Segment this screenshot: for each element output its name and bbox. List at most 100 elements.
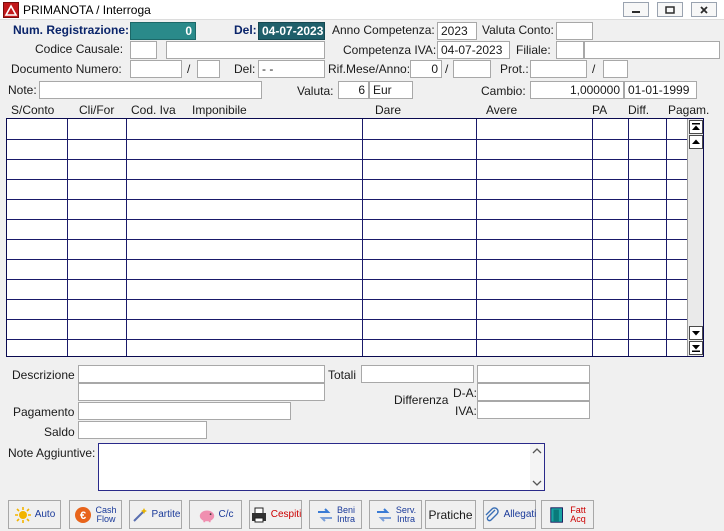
door-icon: [549, 506, 567, 524]
totali-dare-field[interactable]: [361, 365, 474, 383]
movements-grid[interactable]: [6, 118, 704, 357]
rif-separator: /: [445, 62, 449, 76]
doc-del-field[interactable]: - -: [258, 60, 325, 78]
partite-button[interactable]: Partite: [129, 500, 182, 529]
table-row[interactable]: [7, 179, 687, 180]
descrizione-field-2[interactable]: [78, 383, 325, 401]
magic-wand-icon: [131, 506, 149, 524]
col-header-cod-iva[interactable]: Cod. Iva: [131, 103, 176, 117]
anno-competenza-field[interactable]: 2023: [437, 22, 477, 40]
piggy-bank-icon: [198, 506, 216, 524]
grid-column-divider: [362, 119, 363, 356]
filiale-code-field[interactable]: [556, 41, 584, 59]
descrizione-field-1[interactable]: [78, 365, 325, 383]
minimize-icon: [632, 10, 640, 13]
valuta-code-field[interactable]: 6: [338, 81, 369, 99]
serv-intra-button[interactable]: Serv. Intra: [369, 500, 422, 529]
table-row[interactable]: [7, 199, 687, 200]
differenza-da-field[interactable]: [477, 383, 590, 401]
documento-numero-field[interactable]: [130, 60, 182, 78]
totali-avere-field[interactable]: [477, 365, 590, 383]
grid-scrollbar[interactable]: [687, 119, 703, 356]
differenza-iva-field[interactable]: [477, 401, 590, 419]
window-title: PRIMANOTA / Interroga: [23, 3, 151, 17]
valuta-label: Valuta:: [297, 84, 334, 98]
valuta-conto-field[interactable]: [556, 22, 593, 40]
rif-anno-field[interactable]: [453, 60, 491, 78]
prot-field[interactable]: [530, 60, 587, 78]
table-row[interactable]: [7, 319, 687, 320]
totali-label: Totali: [328, 368, 357, 382]
codice-causale-label: Codice Causale:: [35, 42, 124, 56]
arrow-transfer-icon: [375, 506, 393, 524]
scroll-top-button[interactable]: [689, 120, 703, 134]
pratiche-button[interactable]: Pratiche: [425, 500, 476, 529]
grid-column-divider: [592, 119, 593, 356]
note-scroll-down-icon[interactable]: [530, 478, 544, 488]
sun-icon: [14, 506, 32, 524]
prot-suffix-field[interactable]: [603, 60, 628, 78]
fatt-acq-label: Fatt Acq: [570, 505, 586, 524]
prot-label: Prot.:: [500, 62, 529, 76]
codice-causale-code-field[interactable]: [130, 41, 157, 59]
col-header-imponibile[interactable]: Imponibile: [192, 103, 247, 117]
competenza-iva-field[interactable]: 04-07-2023: [437, 41, 510, 59]
scroll-down-button[interactable]: [689, 326, 703, 340]
scroll-bottom-button[interactable]: [689, 341, 703, 355]
app-logo-icon: [3, 2, 19, 18]
iva-label: IVA:: [455, 404, 477, 418]
note-scrollbar[interactable]: [530, 444, 544, 490]
scroll-down-icon: [692, 331, 700, 336]
close-button[interactable]: [691, 2, 717, 17]
cambio-date-field[interactable]: 01-01-1999: [624, 81, 697, 99]
note-field[interactable]: [39, 81, 262, 99]
codice-causale-desc-field[interactable]: [166, 41, 325, 59]
maximize-icon: [665, 5, 675, 14]
documento-suffix-field[interactable]: [197, 60, 220, 78]
allegati-button[interactable]: Allegati: [483, 500, 536, 529]
scroll-up-button[interactable]: [689, 135, 703, 149]
cash-flow-button[interactable]: € Cash Flow: [69, 500, 122, 529]
table-row[interactable]: [7, 339, 687, 340]
pagamento-label: Pagamento: [13, 405, 75, 419]
allegati-label: Allegati: [503, 509, 537, 520]
table-row[interactable]: [7, 259, 687, 260]
cespiti-button[interactable]: Cespiti: [249, 500, 302, 529]
note-aggiuntive-textarea[interactable]: [98, 443, 545, 491]
col-header-clifor[interactable]: Cli/For: [79, 103, 114, 117]
pagamento-field[interactable]: [78, 402, 291, 420]
note-label: Note:: [8, 83, 37, 97]
col-header-pa[interactable]: PA: [592, 103, 607, 117]
beni-intra-button[interactable]: Beni Intra: [309, 500, 362, 529]
cambio-label: Cambio:: [481, 84, 526, 98]
table-row[interactable]: [7, 139, 687, 140]
table-row[interactable]: [7, 299, 687, 300]
num-registrazione-field[interactable]: 0: [130, 22, 196, 40]
table-row[interactable]: [7, 279, 687, 280]
col-header-diff[interactable]: Diff.: [628, 103, 649, 117]
del-date-field[interactable]: 04-07-2023: [258, 22, 325, 40]
maximize-button[interactable]: [657, 2, 683, 17]
fatt-label-2: Acq: [570, 513, 586, 524]
rif-mese-field[interactable]: 0: [410, 60, 442, 78]
table-row[interactable]: [7, 239, 687, 240]
conto-corrente-button[interactable]: C/c: [189, 500, 242, 529]
cambio-field[interactable]: 1,000000: [530, 81, 624, 99]
fatture-acquisto-button[interactable]: Fatt Acq: [541, 500, 594, 529]
printer-icon: [250, 506, 268, 524]
col-header-dare[interactable]: Dare: [375, 103, 401, 117]
col-header-pagam[interactable]: Pagam.: [668, 103, 709, 117]
minimize-button[interactable]: [623, 2, 649, 17]
cc-label: C/c: [218, 509, 234, 520]
col-header-sconto[interactable]: S/Conto: [11, 103, 54, 117]
filiale-desc-field[interactable]: [584, 41, 720, 59]
table-row[interactable]: [7, 219, 687, 220]
valuta-name-field[interactable]: Eur: [369, 81, 413, 99]
documento-numero-label: Documento Numero:: [11, 62, 122, 76]
col-header-avere[interactable]: Avere: [486, 103, 517, 117]
note-scroll-up-icon[interactable]: [530, 446, 544, 456]
saldo-field[interactable]: [78, 421, 207, 439]
auto-button[interactable]: Auto: [8, 500, 61, 529]
table-row[interactable]: [7, 159, 687, 160]
scroll-top-icon: [692, 123, 700, 130]
